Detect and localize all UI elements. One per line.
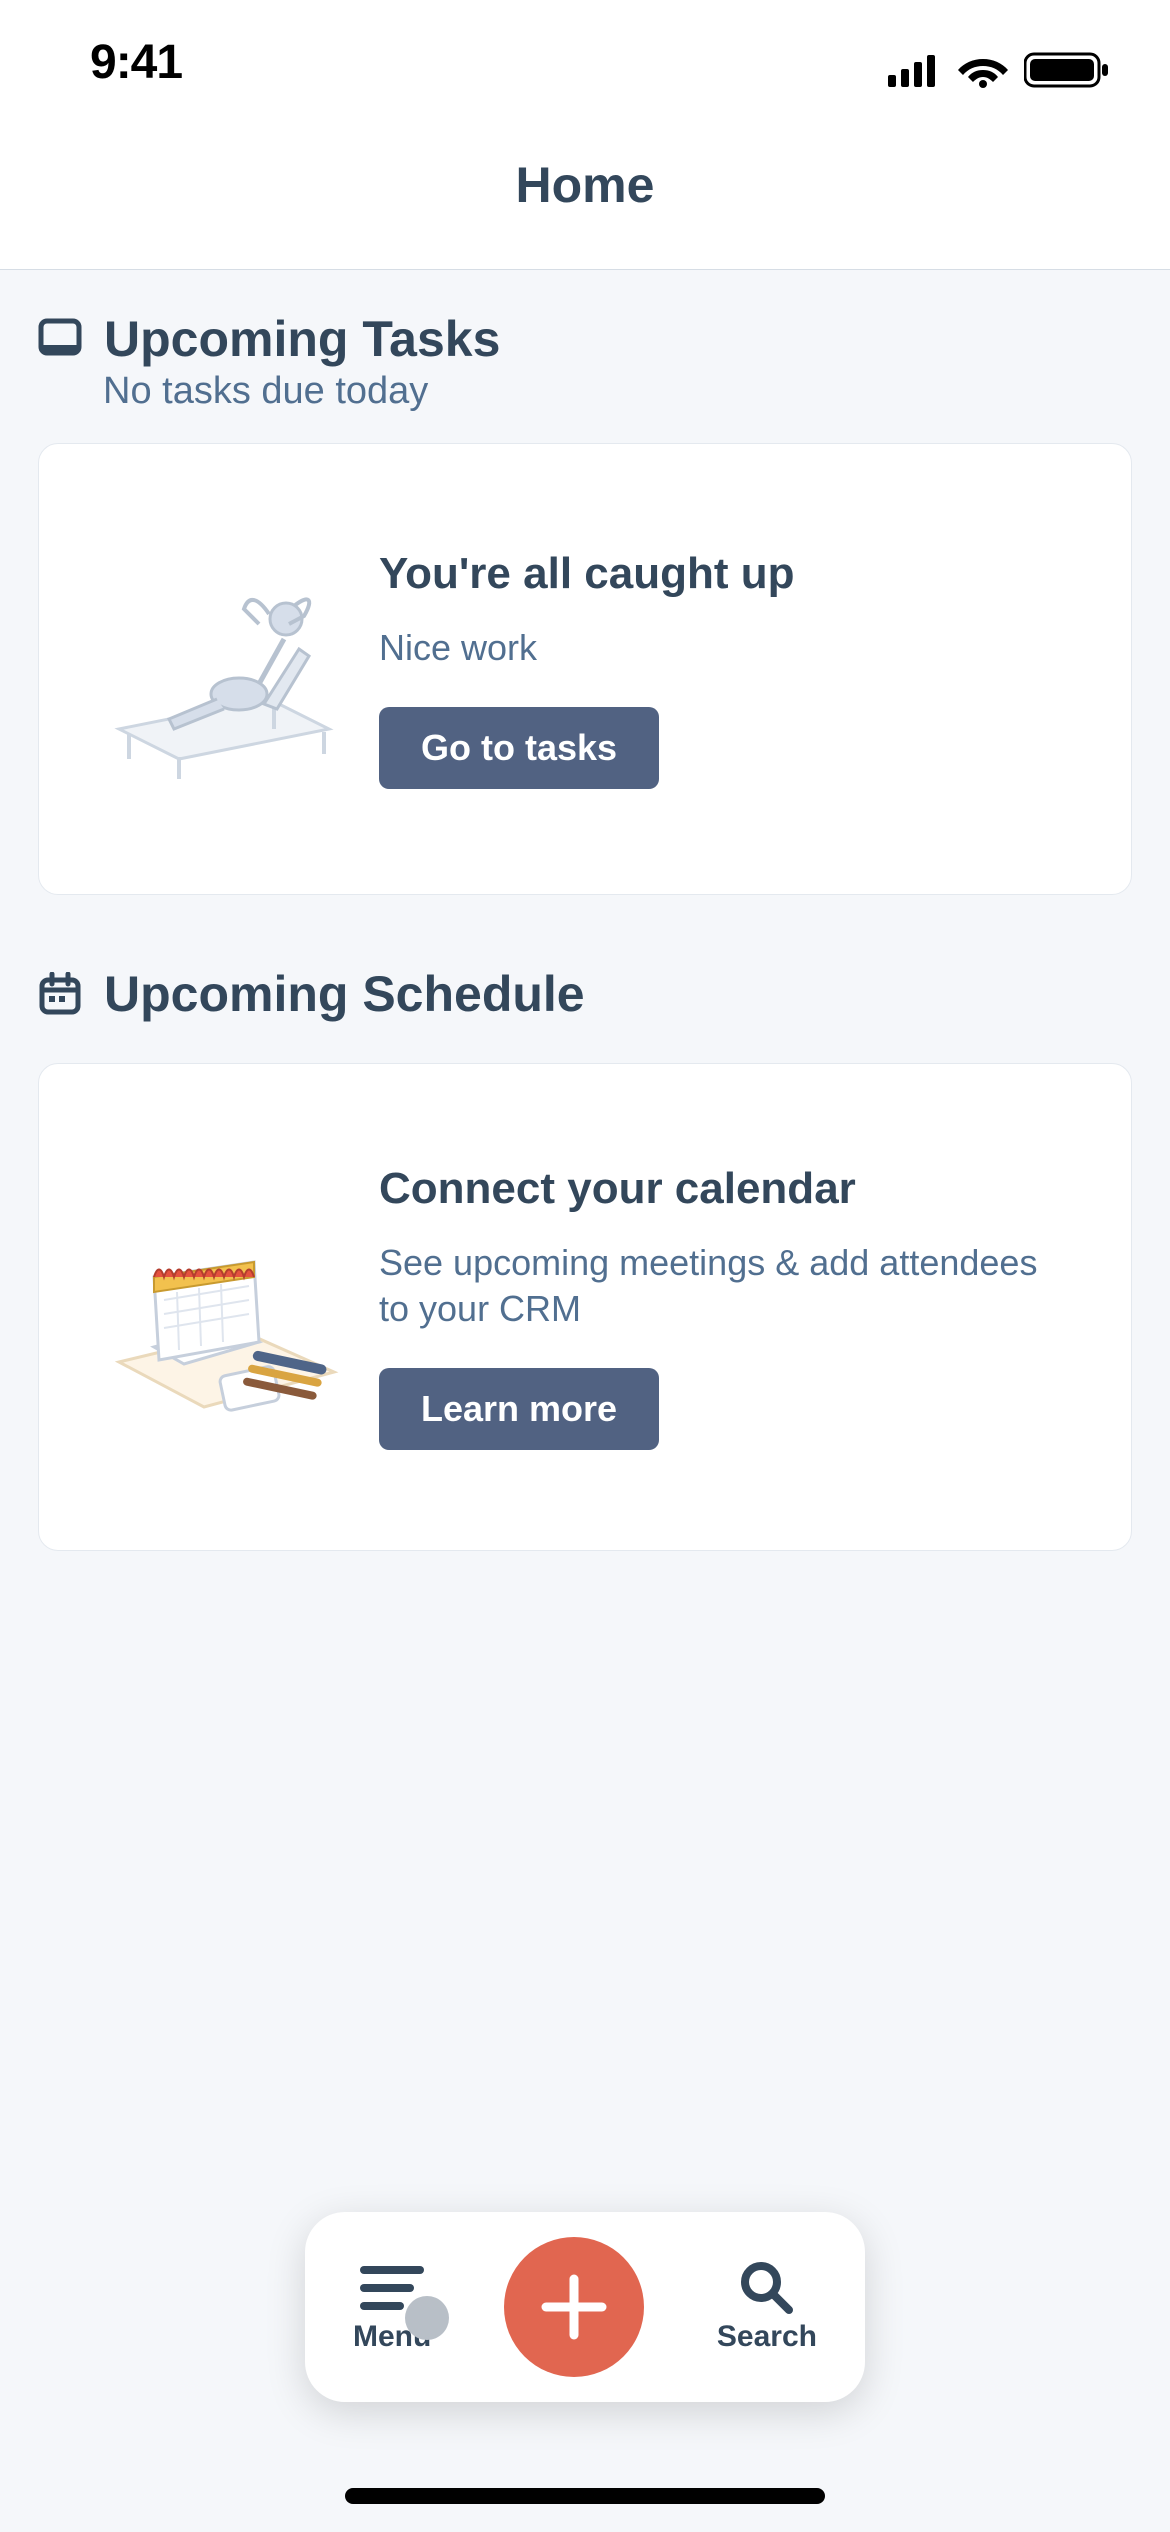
learn-more-button[interactable]: Learn more (379, 1368, 659, 1450)
plus-icon (534, 2267, 614, 2347)
schedule-section-title: Upcoming Schedule (104, 965, 585, 1023)
schedule-card-title: Connect your calendar (379, 1164, 1071, 1215)
calendar-icon (38, 972, 82, 1016)
tasks-section-subtitle: No tasks due today (103, 370, 1132, 413)
search-label: Search (717, 2320, 817, 2354)
battery-icon (1024, 50, 1110, 90)
tasks-icon (38, 317, 82, 361)
cellular-icon (888, 53, 942, 87)
menu-button[interactable]: Menu (353, 2260, 431, 2354)
relax-illustration (99, 544, 349, 794)
tasks-card-sub: Nice work (379, 625, 1071, 672)
bottom-bar: Menu Search (305, 2212, 865, 2402)
nav-header: Home (0, 100, 1170, 270)
tasks-card-title: You're all caught up (379, 549, 1071, 600)
wifi-icon (958, 52, 1008, 88)
status-time: 9:41 (90, 35, 182, 90)
menu-indicator-dot (405, 2296, 449, 2340)
content: Upcoming Tasks No tasks due today You're… (0, 270, 1170, 1551)
tasks-card-body: You're all caught up Nice work Go to tas… (379, 549, 1071, 788)
schedule-card-sub: See upcoming meetings & add attendees to… (379, 1240, 1071, 1334)
search-icon (735, 2260, 799, 2316)
add-button[interactable] (504, 2237, 644, 2377)
search-button[interactable]: Search (717, 2260, 817, 2354)
tasks-section-header: Upcoming Tasks (38, 310, 1132, 368)
schedule-section-header: Upcoming Schedule (38, 965, 1132, 1023)
page-title: Home (516, 156, 655, 214)
tasks-card: You're all caught up Nice work Go to tas… (38, 443, 1132, 895)
home-indicator[interactable] (345, 2488, 825, 2504)
schedule-card-body: Connect your calendar See upcoming meeti… (379, 1164, 1071, 1450)
go-to-tasks-button[interactable]: Go to tasks (379, 707, 659, 789)
tasks-section-title: Upcoming Tasks (104, 310, 500, 368)
calendar-illustration (99, 1182, 349, 1432)
status-indicators (888, 50, 1110, 90)
status-bar: 9:41 (0, 0, 1170, 100)
schedule-card: Connect your calendar See upcoming meeti… (38, 1063, 1132, 1551)
